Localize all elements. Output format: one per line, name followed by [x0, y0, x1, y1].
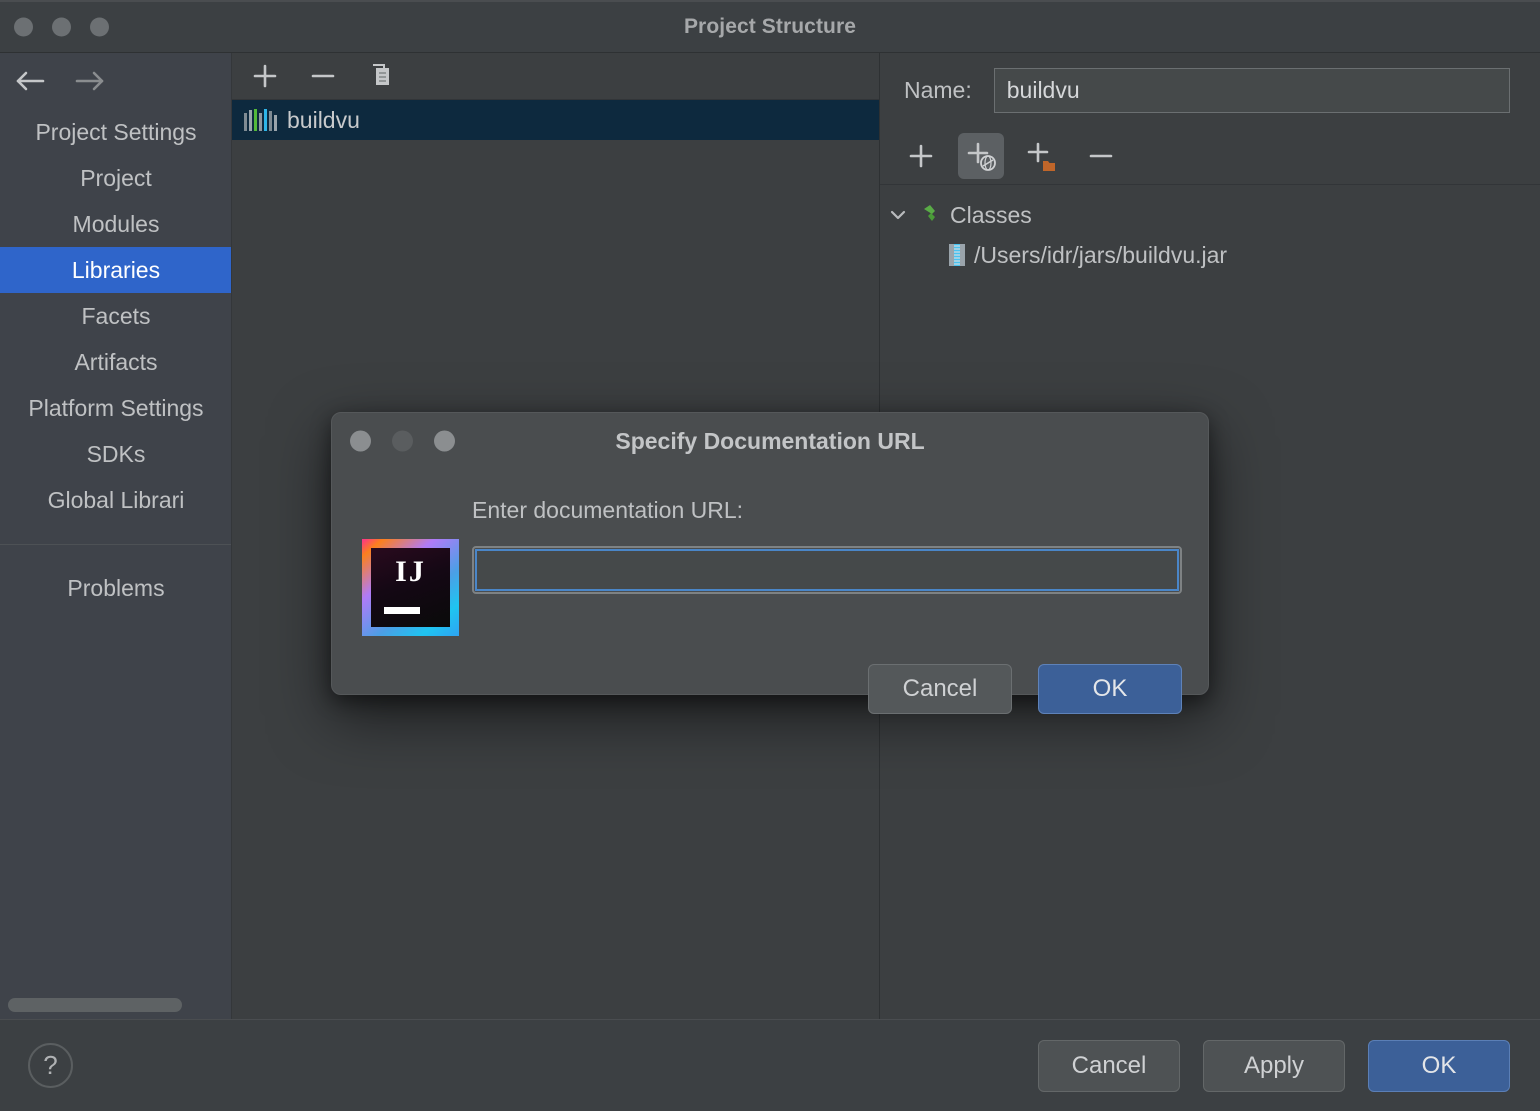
dialog-fields: Enter documentation URL:	[464, 477, 1182, 636]
dialog-ok-label: OK	[1093, 675, 1128, 703]
dialog-prompt-label: Enter documentation URL:	[472, 477, 1182, 546]
dialog-cancel-label: Cancel	[903, 675, 978, 703]
dialog-minimize-button[interactable]	[392, 431, 413, 452]
dialog-zoom-button[interactable]	[434, 431, 455, 452]
dialog-body: IJ Enter documentation URL:	[332, 469, 1208, 636]
specify-documentation-url-dialog: Specify Documentation URL IJ Enter docum…	[331, 412, 1209, 695]
dialog-traffic-lights[interactable]	[350, 431, 455, 452]
dialog-close-button[interactable]	[350, 431, 371, 452]
dialog-title-bar: Specify Documentation URL	[332, 413, 1208, 469]
dialog-title: Specify Documentation URL	[615, 428, 924, 455]
project-structure-window: Project Structure Project Settings Proje…	[0, 0, 1540, 1111]
modal-overlay: Specify Documentation URL IJ Enter docum…	[0, 0, 1540, 1111]
dialog-ok-button[interactable]: OK	[1038, 664, 1182, 714]
url-input-wrapper	[472, 546, 1182, 594]
intellij-idea-logo: IJ	[362, 477, 464, 636]
dialog-cancel-button[interactable]: Cancel	[868, 664, 1012, 714]
app-icon-underscore	[384, 607, 420, 614]
documentation-url-input[interactable]	[475, 549, 1179, 591]
dialog-actions: Cancel OK	[332, 636, 1208, 714]
app-icon-label: IJ	[395, 555, 426, 589]
